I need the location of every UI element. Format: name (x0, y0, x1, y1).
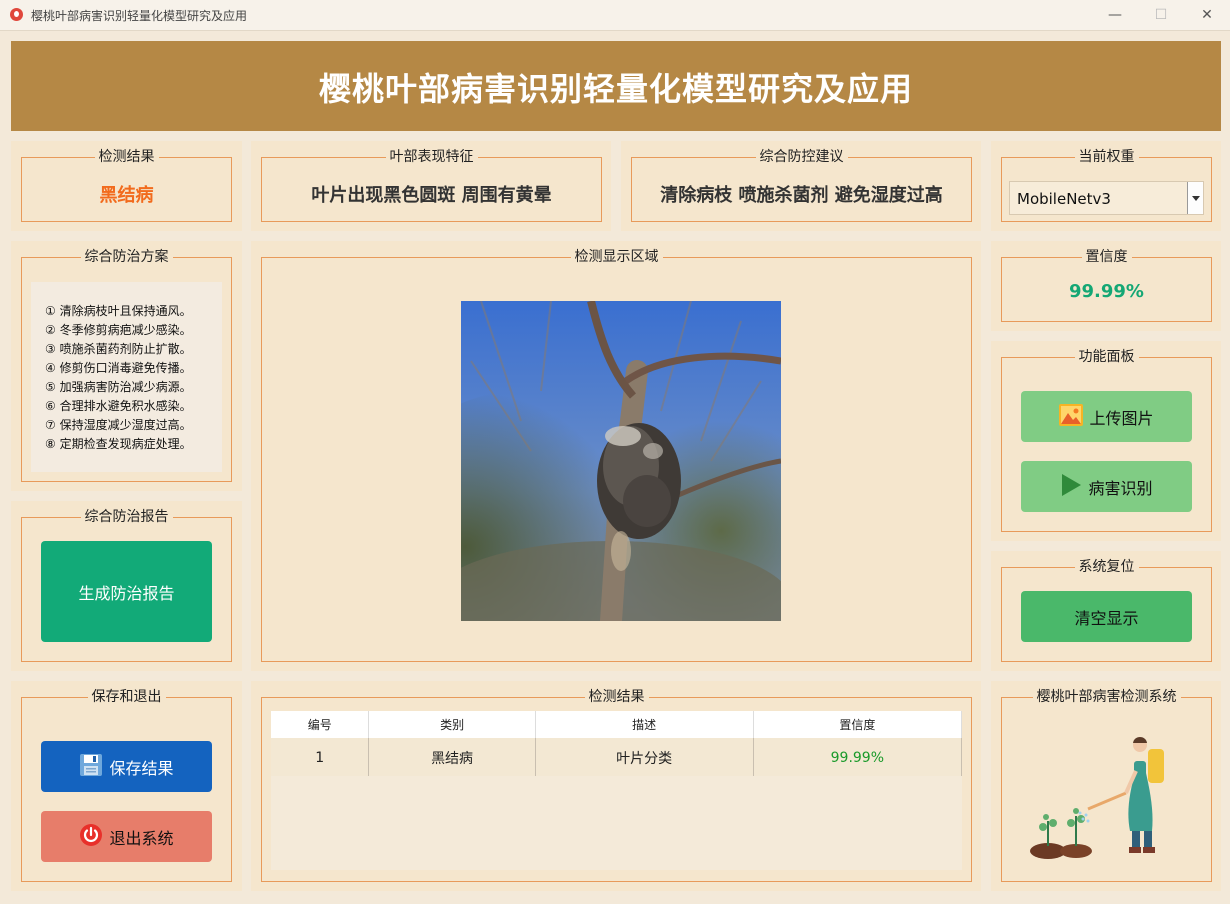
plan-item: ⑧ 定期检查发现病症处理。 (45, 437, 192, 451)
tile-control-advice: 综合防控建议 清除病枝 喷施杀菌剂 避免湿度过高 (621, 141, 981, 231)
tile-save-exit: 保存和退出 保存结果 退出系统 (11, 681, 242, 891)
confidence-group: 置信度 99.99% (1001, 249, 1212, 322)
title-bar: 樱桃叶部病害识别轻量化模型研究及应用 — ☐ ✕ (0, 0, 1230, 31)
plan-group: 综合防治方案 ① 清除病枝叶且保持通风。 ② 冬季修剪病疤减少感染。 ③ 喷施杀… (21, 249, 232, 482)
function-panel-group: 功能面板 上传图片 病害识别 (1001, 349, 1212, 532)
tile-system-card: 樱桃叶部病害检测系统 (991, 681, 1221, 891)
tile-weights: 当前权重 MobileNetv3 (991, 141, 1221, 231)
maximize-button[interactable]: ☐ (1138, 0, 1184, 30)
upload-image-button[interactable]: 上传图片 (1021, 391, 1192, 442)
clear-display-button[interactable]: 清空显示 (1021, 591, 1192, 642)
plan-item: ⑦ 保持湿度减少湿度过高。 (45, 418, 192, 432)
tile-reset: 系统复位 清空显示 (991, 551, 1221, 671)
weights-group: 当前权重 MobileNetv3 (1001, 149, 1212, 222)
row-confidence: 99.99% (753, 738, 963, 779)
results-table-label: 检测结果 (584, 689, 649, 705)
generate-report-button[interactable]: 生成防治报告 (41, 541, 212, 642)
control-advice-label: 综合防控建议 (755, 149, 848, 165)
system-card-label: 樱桃叶部病害检测系统 (1032, 689, 1181, 705)
close-button[interactable]: ✕ (1184, 0, 1230, 30)
reset-group: 系统复位 清空显示 (1001, 559, 1212, 662)
column-header: 编号 (271, 711, 370, 738)
tile-confidence: 置信度 99.99% (991, 241, 1221, 331)
plan-item: ⑥ 合理排水避免积水感染。 (45, 399, 192, 413)
row-category: 黑结病 (368, 738, 536, 779)
leaf-features-group: 叶部表现特征 叶片出现黑色圆斑 周围有黄晕 (261, 149, 602, 222)
save-exit-group: 保存和退出 保存结果 退出系统 (21, 689, 232, 882)
chevron-down-icon[interactable] (1187, 182, 1203, 214)
report-group: 综合防治报告 生成防治报告 (21, 509, 232, 662)
cherry-app-icon (10, 8, 23, 21)
system-card-group: 樱桃叶部病害检测系统 (1001, 689, 1212, 882)
function-panel-label: 功能面板 (1074, 349, 1139, 365)
plan-item: ⑤ 加强病害防治减少病源。 (45, 380, 192, 394)
results-table: 编号 类别 描述 置信度 1 黑结病 叶片分类 99.99% (271, 711, 963, 779)
table-empty-area (271, 776, 962, 870)
detection-result-label: 检测结果 (94, 149, 159, 165)
tile-function-panel: 功能面板 上传图片 病害识别 (991, 341, 1221, 541)
results-table-group: 检测结果 编号 类别 描述 置信度 1 黑结病 叶片分类 99.99% (261, 689, 972, 882)
plan-item: ② 冬季修剪病疤减少感染。 (45, 323, 192, 337)
control-advice-group: 综合防控建议 清除病枝 喷施杀菌剂 避免湿度过高 (631, 149, 972, 222)
table-header-row: 编号 类别 描述 置信度 (271, 711, 963, 738)
power-icon (79, 823, 103, 851)
detection-result-value: 黑结病 (99, 185, 154, 206)
display-area-group: 检测显示区域 (261, 249, 972, 662)
detected-image (461, 301, 781, 621)
minimize-button[interactable]: — (1092, 0, 1138, 30)
save-result-button[interactable]: 保存结果 (41, 741, 212, 792)
exit-system-button[interactable]: 退出系统 (41, 811, 212, 862)
confidence-label: 置信度 (1081, 249, 1132, 265)
reset-label: 系统复位 (1074, 559, 1139, 575)
tile-results-table: 检测结果 编号 类别 描述 置信度 1 黑结病 叶片分类 99.99% (251, 681, 981, 891)
banner-title: 樱桃叶部病害识别轻量化模型研究及应用 (11, 41, 1221, 131)
tile-detection-result: 检测结果 黑结病 (11, 141, 242, 231)
plan-label: 综合防治方案 (80, 249, 173, 265)
plan-item: ③ 喷施杀菌药剂防止扩散。 (45, 342, 192, 356)
column-header: 类别 (368, 711, 536, 738)
weights-label: 当前权重 (1074, 149, 1139, 165)
tile-plan: 综合防治方案 ① 清除病枝叶且保持通风。 ② 冬季修剪病疤减少感染。 ③ 喷施杀… (11, 241, 242, 491)
plan-text-box: ① 清除病枝叶且保持通风。 ② 冬季修剪病疤减少感染。 ③ 喷施杀菌药剂防止扩散… (31, 282, 222, 472)
plan-list: ① 清除病枝叶且保持通风。 ② 冬季修剪病疤减少感染。 ③ 喷施杀菌药剂防止扩散… (31, 282, 222, 454)
tile-leaf-features: 叶部表现特征 叶片出现黑色圆斑 周围有黄晕 (251, 141, 611, 231)
confidence-value: 99.99% (1069, 281, 1144, 302)
save-exit-label: 保存和退出 (87, 689, 166, 705)
tile-display-area: 检测显示区域 (251, 241, 981, 671)
detection-result-group: 检测结果 黑结病 (21, 149, 232, 222)
row-desc: 叶片分类 (535, 738, 754, 779)
leaf-features-value: 叶片出现黑色圆斑 周围有黄晕 (311, 185, 552, 206)
column-header: 置信度 (753, 711, 963, 738)
table-row[interactable]: 1 黑结病 叶片分类 99.99% (271, 738, 963, 779)
tile-report: 综合防治报告 生成防治报告 (11, 501, 242, 671)
weights-select[interactable]: MobileNetv3 (1009, 181, 1204, 215)
window-title: 樱桃叶部病害识别轻量化模型研究及应用 (31, 9, 248, 23)
gardener-illustration (1030, 731, 1180, 861)
identify-disease-button[interactable]: 病害识别 (1021, 461, 1192, 512)
control-advice-value: 清除病枝 喷施杀菌剂 避免湿度过高 (660, 185, 943, 206)
floppy-disk-icon (79, 753, 103, 781)
report-label: 综合防治报告 (80, 509, 173, 525)
display-area-label: 检测显示区域 (570, 249, 663, 265)
play-icon (1060, 473, 1082, 501)
weights-selected-value: MobileNetv3 (1017, 190, 1111, 208)
column-header: 描述 (535, 711, 754, 738)
row-id: 1 (271, 738, 370, 779)
plan-item: ④ 修剪伤口消毒避免传播。 (45, 361, 192, 375)
plan-item: ① 清除病枝叶且保持通风。 (45, 304, 192, 318)
leaf-features-label: 叶部表现特征 (385, 149, 478, 165)
image-icon (1059, 403, 1084, 430)
